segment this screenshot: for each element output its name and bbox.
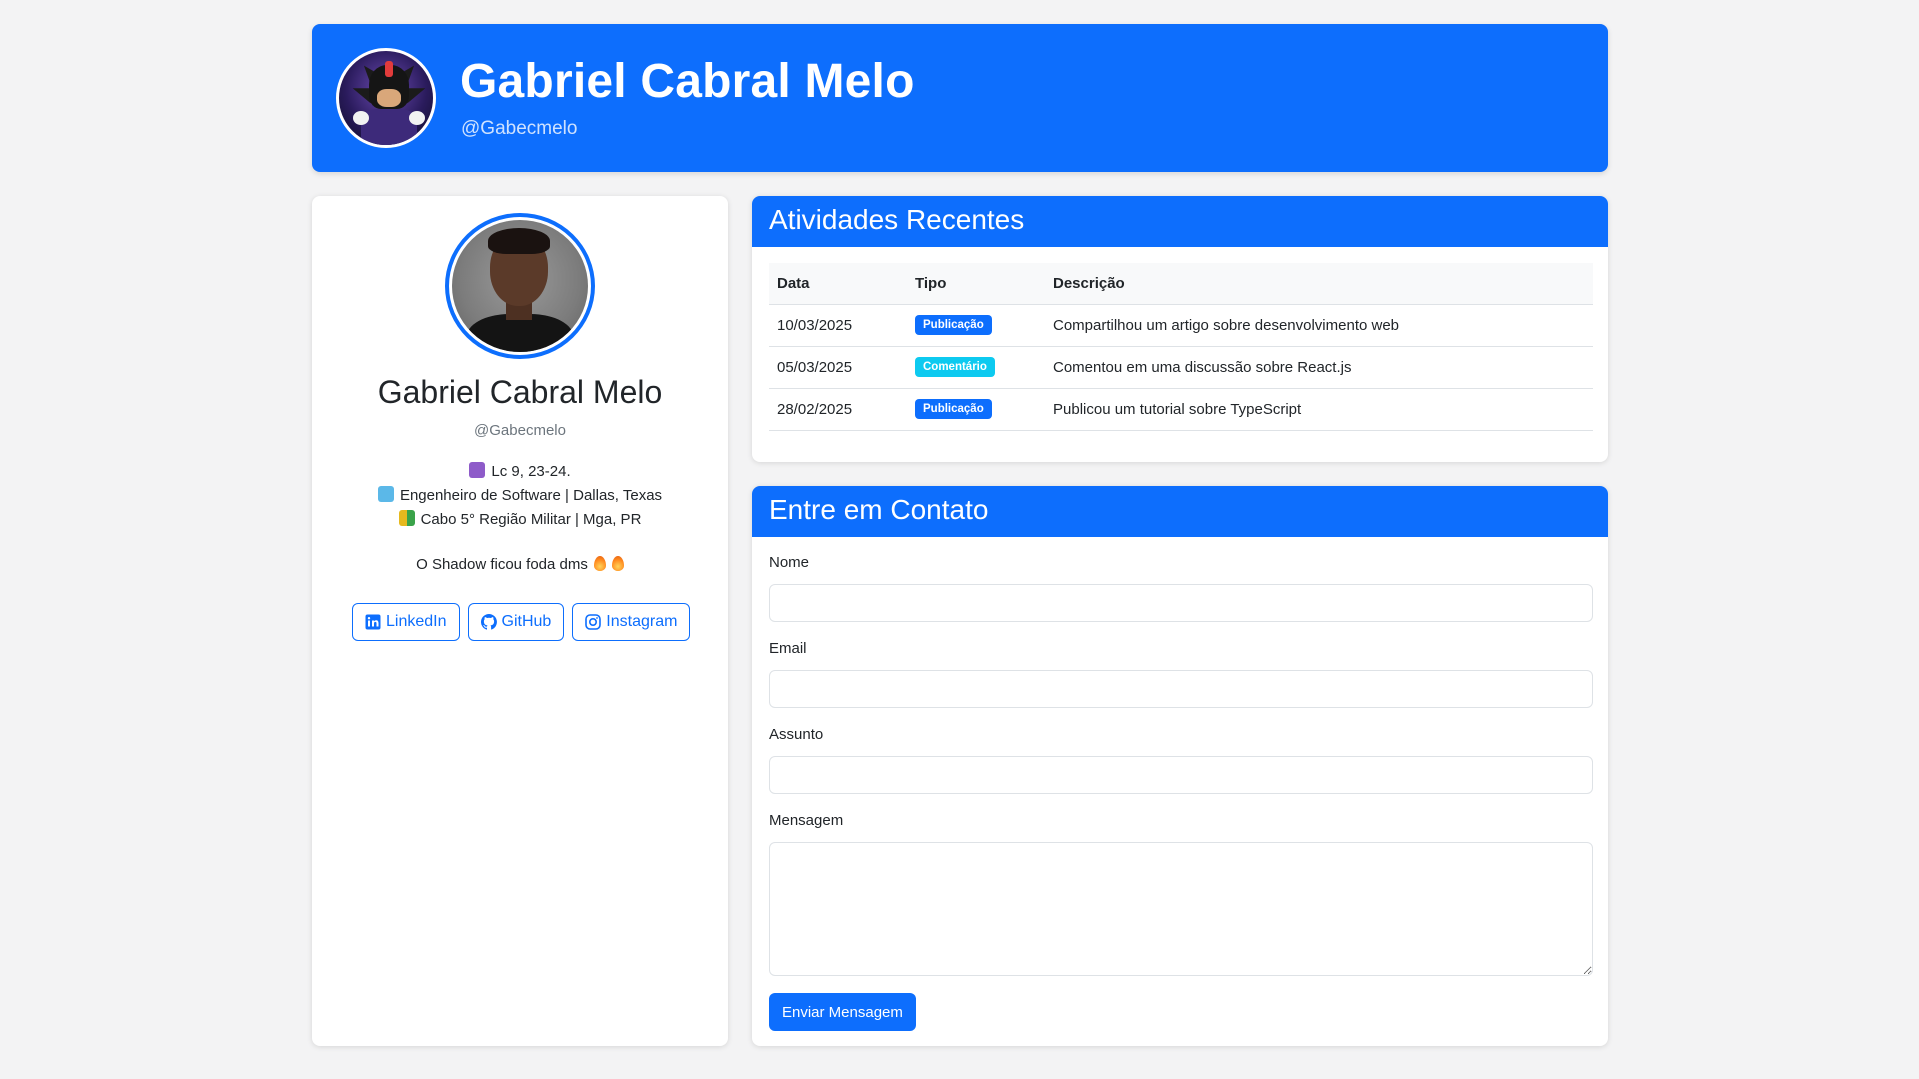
row-date: 10/03/2025: [769, 304, 907, 347]
row-description: Compartilhou um artigo sobre desenvolvim…: [1045, 304, 1593, 347]
contact-header: Entre em Contato: [752, 486, 1608, 537]
subject-input[interactable]: [769, 756, 1593, 794]
fire-icon: [593, 556, 606, 571]
linkedin-icon: [365, 614, 381, 630]
email-input[interactable]: [769, 670, 1593, 708]
profile-bio: Lc 9, 23-24. Engenheiro de Software | Da…: [312, 460, 728, 532]
name-label: Nome: [769, 554, 810, 571]
type-badge: Comentário: [915, 357, 995, 377]
header-handle: @Gabecmelo: [461, 118, 578, 139]
type-badge: Publicação: [915, 399, 992, 419]
column-header-type: Tipo: [907, 263, 1045, 305]
send-message-button[interactable]: Enviar Mensagem: [769, 993, 916, 1031]
message-textarea[interactable]: [769, 842, 1593, 976]
cross-emoji-icon: [469, 462, 486, 478]
table-header-row: Data Tipo Descrição: [769, 263, 1593, 305]
profile-status: O Shadow ficou foda dms: [312, 556, 728, 573]
bio-line: Cabo 5° Região Militar | Mga, PR: [312, 508, 728, 532]
profile-card: Gabriel Cabral Melo @Gabecmelo Lc 9, 23-…: [312, 196, 728, 1046]
name-input[interactable]: [769, 584, 1593, 622]
activity-card: Atividades Recentes Data Tipo Descrição …: [752, 196, 1608, 462]
table-row: 05/03/2025 Comentário Comentou em uma di…: [769, 346, 1593, 389]
column-header-date: Data: [769, 263, 907, 305]
table-row: 28/02/2025 Publicação Publicou um tutori…: [769, 388, 1593, 431]
profile-header: Gabriel Cabral Melo @Gabecmelo: [312, 24, 1608, 172]
github-button[interactable]: GitHub: [467, 603, 565, 641]
row-description: Publicou um tutorial sobre TypeScript: [1045, 388, 1593, 431]
bio-line: Lc 9, 23-24.: [312, 460, 728, 484]
page-title: Gabriel Cabral Melo: [460, 55, 915, 108]
profile-photo: [445, 213, 595, 359]
profile-name: Gabriel Cabral Melo: [377, 374, 663, 410]
activity-table: Data Tipo Descrição 10/03/2025 Publicaçã…: [769, 263, 1593, 431]
row-description: Comentou em uma discussão sobre React.js: [1045, 346, 1593, 389]
shadow-avatar-icon: [336, 48, 436, 148]
row-date: 28/02/2025: [769, 388, 907, 431]
github-icon: [480, 614, 497, 630]
laptop-emoji-icon: [377, 486, 394, 502]
beginner-emoji-icon: [398, 510, 415, 526]
fire-icon: [611, 556, 624, 571]
contact-card: Entre em Contato Nome Email Assunto Mens…: [752, 486, 1608, 1046]
subject-label: Assunto: [769, 726, 824, 743]
bio-line: Engenheiro de Software | Dallas, Texas: [312, 484, 728, 508]
column-header-description: Descrição: [1045, 263, 1593, 305]
instagram-button[interactable]: Instagram: [572, 603, 691, 641]
email-label: Email: [769, 640, 807, 657]
profile-handle: @Gabecmelo: [474, 422, 566, 439]
linkedin-button[interactable]: LinkedIn: [352, 603, 460, 641]
instagram-icon: [585, 614, 602, 630]
table-row: 10/03/2025 Publicação Compartilhou um ar…: [769, 304, 1593, 347]
social-links: LinkedIn GitHub Instagram: [352, 603, 691, 641]
row-date: 05/03/2025: [769, 346, 907, 389]
type-badge: Publicação: [915, 315, 992, 335]
activity-header: Atividades Recentes: [752, 196, 1608, 247]
message-label: Mensagem: [769, 812, 844, 829]
